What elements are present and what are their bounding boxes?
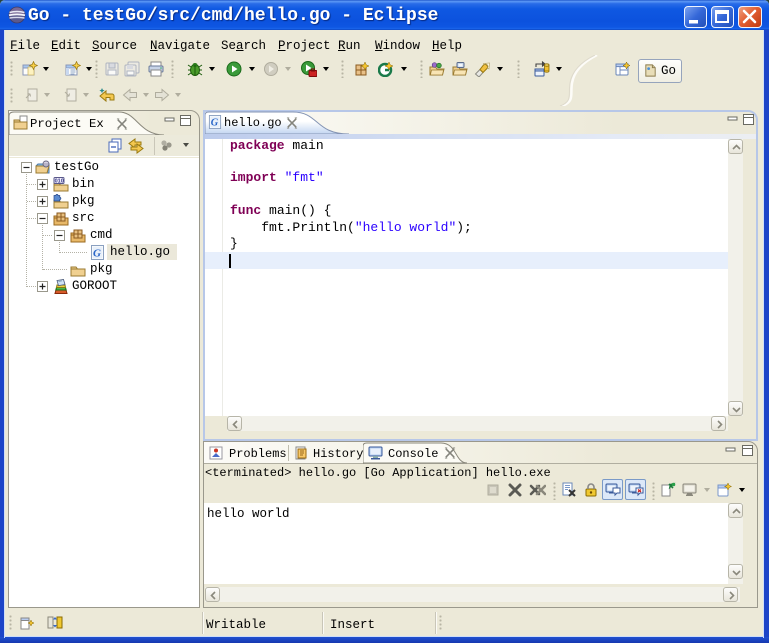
svg-text:G: G: [211, 118, 219, 129]
svg-text:G: G: [93, 248, 101, 260]
svg-text:010: 010: [55, 178, 64, 184]
